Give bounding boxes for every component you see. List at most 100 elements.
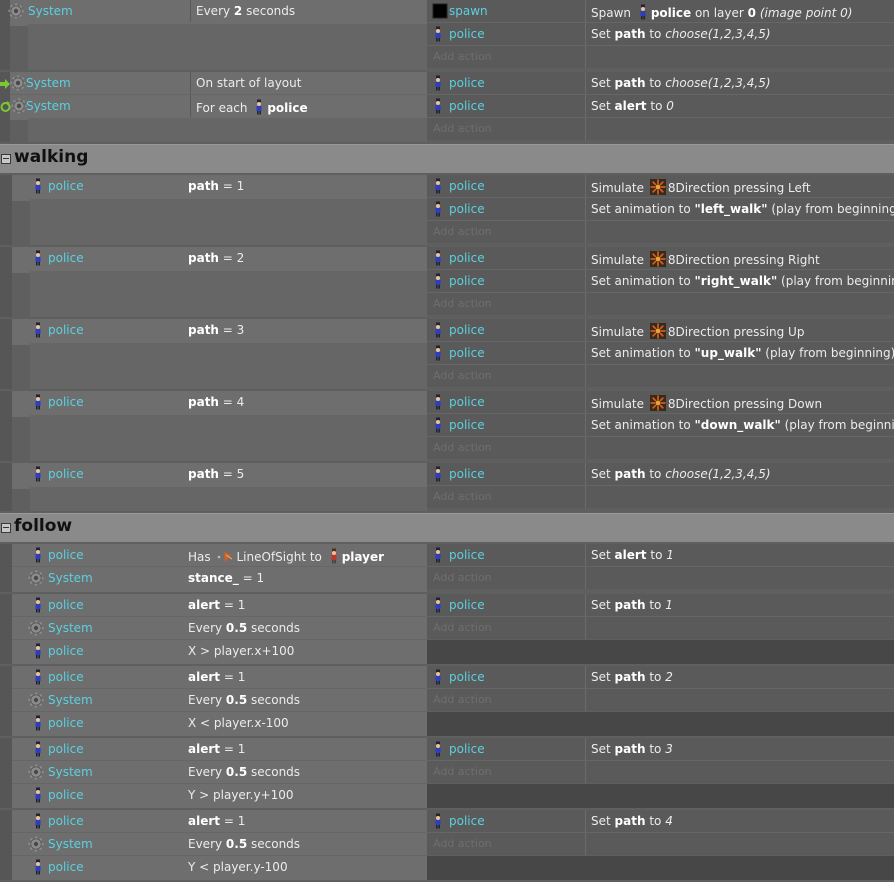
add-action-label[interactable]: Add action (433, 122, 492, 135)
condition-object[interactable]: police (48, 814, 84, 828)
action-row[interactable]: police Simulate 8Direction pressing Down (427, 391, 894, 414)
condition-row[interactable]: System stance_ = 1 (12, 566, 427, 589)
condition-row[interactable]: police path = 1 (12, 175, 427, 197)
condition-object[interactable]: System (26, 99, 71, 113)
condition-object[interactable]: police (48, 716, 84, 730)
condition-text[interactable]: path = 5 (188, 467, 244, 481)
condition-object[interactable]: police (48, 323, 84, 337)
condition-object[interactable]: police (48, 548, 84, 562)
event-margin[interactable] (0, 463, 12, 511)
add-action[interactable]: Add action (427, 365, 894, 387)
event-block[interactable]: police path = 2 police Simulate 8Direction … (0, 247, 894, 317)
event-empty-area[interactable] (30, 415, 427, 461)
action-object[interactable]: police (449, 76, 485, 90)
action-row[interactable]: police Set path to 3 (427, 738, 894, 761)
condition-text[interactable]: On start of layout (196, 76, 301, 90)
event-margin[interactable] (0, 391, 12, 461)
add-action-label[interactable]: Add action (433, 50, 492, 63)
action-object[interactable]: police (449, 814, 485, 828)
add-action-label[interactable]: Add action (433, 765, 492, 778)
add-action-label[interactable]: Add action (433, 441, 492, 454)
event-block[interactable]: police Has LineOfSight to player System sta… (0, 544, 894, 592)
action-text[interactable]: Set path to 4 (591, 814, 673, 828)
event-margin[interactable] (0, 594, 12, 664)
condition-row[interactable]: police path = 4 (12, 391, 427, 413)
event-empty-area[interactable] (30, 199, 427, 245)
event-margin[interactable] (0, 247, 12, 317)
event-margin[interactable] (0, 666, 12, 736)
action-text[interactable]: Simulate 8Direction pressing Down (591, 395, 822, 414)
condition-row[interactable]: police alert = 1 (12, 810, 427, 832)
add-action-label[interactable]: Add action (433, 369, 492, 382)
action-object[interactable]: police (449, 274, 485, 288)
condition-object[interactable]: police (48, 598, 84, 612)
condition-row[interactable]: police alert = 1 (12, 666, 427, 688)
event-empty-area[interactable] (30, 343, 427, 389)
action-text[interactable]: Set animation to "up_walk" (play from be… (591, 346, 894, 360)
condition-row[interactable]: System Every 2 seconds (8, 0, 427, 22)
action-row[interactable]: police Set path to choose(1,2,3,4,5) (427, 463, 894, 486)
action-object[interactable]: police (449, 395, 485, 409)
condition-object[interactable]: police (48, 644, 84, 658)
add-action-label[interactable]: Add action (433, 490, 492, 503)
event-empty-area[interactable] (30, 487, 427, 511)
condition-row[interactable]: police X < player.x-100 (12, 711, 427, 734)
condition-object[interactable]: police (48, 742, 84, 756)
add-action-label[interactable]: Add action (433, 297, 492, 310)
action-text[interactable]: Set path to 1 (591, 598, 673, 612)
condition-text[interactable]: X < player.x-100 (188, 716, 289, 730)
action-text[interactable]: Simulate 8Direction pressing Left (591, 179, 811, 198)
condition-text[interactable]: path = 1 (188, 179, 244, 193)
add-action[interactable]: Add action (427, 46, 894, 68)
action-object[interactable]: police (449, 27, 485, 41)
condition-object[interactable]: System (26, 76, 71, 90)
add-action[interactable]: Add action (427, 761, 894, 783)
condition-text[interactable]: alert = 1 (188, 742, 245, 756)
action-text[interactable]: Set path to 3 (591, 742, 673, 756)
action-text[interactable]: Set alert to 0 (591, 99, 674, 113)
add-action[interactable]: Add action (427, 293, 894, 315)
event-empty-area[interactable] (30, 271, 427, 317)
action-object[interactable]: police (449, 418, 485, 432)
condition-text[interactable]: Every 0.5 seconds (188, 837, 300, 851)
event-block[interactable]: police path = 3 police Simulate 8Direction … (0, 319, 894, 389)
condition-text[interactable]: alert = 1 (188, 598, 245, 612)
action-object[interactable]: police (449, 346, 485, 360)
event-margin[interactable] (0, 810, 12, 880)
add-action[interactable]: Add action (427, 617, 894, 639)
condition-text[interactable]: Every 0.5 seconds (188, 765, 300, 779)
action-object[interactable]: police (449, 742, 485, 756)
action-object[interactable]: police (449, 548, 485, 562)
condition-row[interactable]: police X > player.x+100 (12, 639, 427, 662)
action-object[interactable]: police (449, 323, 485, 337)
condition-object[interactable]: police (48, 860, 84, 874)
condition-row[interactable]: police alert = 1 (12, 738, 427, 760)
condition-object[interactable]: System (28, 4, 73, 18)
action-row[interactable]: police Set path to choose(1,2,3,4,5) (427, 23, 894, 46)
action-row[interactable]: police Simulate 8Direction pressing Right (427, 247, 894, 270)
condition-row[interactable]: police path = 3 (12, 319, 427, 341)
add-action-label[interactable]: Add action (433, 837, 492, 850)
condition-row[interactable]: police Has LineOfSight to player (12, 544, 427, 566)
condition-text[interactable]: stance_ = 1 (188, 571, 264, 585)
add-action-label[interactable]: Add action (433, 693, 492, 706)
event-block[interactable]: police alert = 1 System Every 0.5 seconds po… (0, 666, 894, 736)
action-row[interactable]: police Set alert to 0 (427, 95, 894, 118)
condition-row[interactable]: System For each police (0, 94, 427, 118)
add-action[interactable]: Add action (427, 221, 894, 243)
add-action-label[interactable]: Add action (433, 621, 492, 634)
condition-object[interactable]: police (48, 788, 84, 802)
action-object[interactable]: police (449, 99, 485, 113)
event-block[interactable]: police path = 5 police Set path to choose(1… (0, 463, 894, 511)
action-text[interactable]: Spawn police on layer 0 (image point 0) (591, 4, 852, 23)
action-row[interactable]: police Set animation to "right_walk" (pla… (427, 270, 894, 293)
action-object[interactable]: police (449, 202, 485, 216)
add-action[interactable]: Add action (427, 486, 894, 508)
condition-text[interactable]: For each police (196, 99, 308, 118)
action-row[interactable]: police Set animation to "left_walk" (play… (427, 198, 894, 221)
action-row[interactable]: police Set alert to 1 (427, 544, 894, 567)
action-object[interactable]: police (449, 467, 485, 481)
action-object[interactable]: police (449, 179, 485, 193)
action-text[interactable]: Set path to 2 (591, 670, 673, 684)
condition-text[interactable]: path = 4 (188, 395, 244, 409)
